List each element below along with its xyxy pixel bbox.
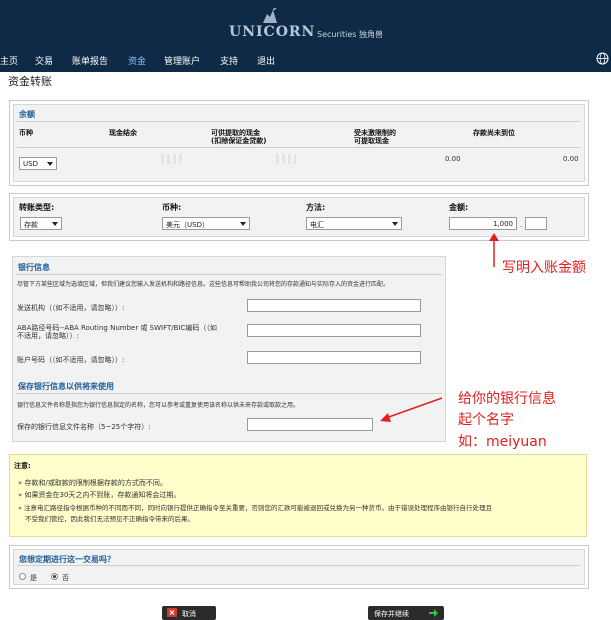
redacted-cash (161, 154, 183, 164)
recurring-yes-label: 是 (30, 574, 37, 582)
chevron-down-icon (240, 222, 246, 226)
transfer-type-value: 存款 (24, 221, 38, 229)
recurring-no-radio[interactable] (51, 573, 58, 580)
close-icon (167, 608, 177, 617)
col-withdrawable-2: (扣除保证金贷款) (211, 137, 267, 145)
transfer-inner: 转账类型: 存款 币种: 美元（USD） 方法: 电汇 金额: 1,000 . (13, 197, 585, 237)
balance-currency-value: USD (23, 160, 38, 168)
globe-icon[interactable] (596, 52, 609, 65)
top-header: UNICORN Securities 独角兽 主页 交易 账单报告 资金 管理账… (0, 0, 611, 72)
divider (17, 147, 580, 148)
annotation-name-line2: 起个名字 (458, 412, 514, 428)
divider (17, 565, 580, 566)
divider (17, 121, 580, 122)
amount-input[interactable]: 1,000 (449, 217, 517, 230)
save-name-input[interactable] (247, 418, 373, 431)
sender-input[interactable] (247, 299, 421, 312)
balance-currency-select[interactable]: USD (19, 157, 57, 170)
transfer-type-select[interactable]: 存款 (20, 217, 62, 230)
aba-label-line2: 不适用，请忽略））: (17, 332, 79, 340)
bank-info-desc: 尽管下方某些区域为选填区域，但我们建议您输入发送机构和路径信息。这些信息可帮助我… (17, 281, 390, 288)
currency-label: 币种: (162, 203, 182, 212)
note-item: » 注意电汇路径指令根据币种的不同而不同，同时向银行提供正确指令至关重要，否则您… (18, 504, 493, 512)
nav-funds[interactable]: 资金 (128, 54, 146, 67)
save-name-label: 保存的银行信息文件名称（5~25个字符）: (17, 423, 151, 431)
arrow-right-icon (429, 609, 438, 617)
chevron-down-icon (52, 222, 58, 226)
nav-logout[interactable]: 退出 (257, 54, 275, 67)
balance-title: 余额 (19, 110, 35, 119)
col-currency: 币种 (19, 129, 33, 137)
brand-logo: UNICORN Securities 独角兽 (229, 8, 389, 42)
save-continue-label: 保存并继续 (374, 610, 409, 618)
balance-inner: 余额 币种 现金结余 可供提取的现金 (扣除保证金贷款) 受未激限制的 可提取现… (13, 104, 585, 182)
note-item: » 如果资金在30天之内不到账，存款通知将会过期。 (18, 491, 181, 499)
col-restricted-2: 可提取现金 (354, 137, 389, 145)
save-bank-info-desc: 银行信息文件名称是指您为银行信息指定的名称，您可以参考或重复使用该名称以供未来存… (17, 402, 300, 409)
note-item-continued: 不受我们管控，因此我们无法预见不正确指令带来的后果。 (25, 515, 194, 523)
sender-label: 发送机构（（如不适用，请忽略））: (17, 304, 125, 312)
chevron-down-icon (47, 162, 53, 166)
account-number-input[interactable] (247, 351, 421, 364)
aba-routing-input[interactable] (247, 324, 421, 337)
recurring-yes-radio[interactable] (19, 573, 26, 580)
restricted-value: 0.00 (445, 155, 461, 163)
logo-sub-text: Securities 独角兽 (317, 30, 383, 39)
note-box: 注意: » 存款和/或取款的限制根据存款的方式而不同。 » 如果资金在30天之内… (9, 454, 587, 537)
col-uncleared: 存款尚未到位 (473, 129, 515, 137)
bank-info-title: 银行信息 (18, 263, 50, 272)
method-value: 电汇 (310, 221, 324, 229)
save-bank-info-title: 保存银行信息以供将来使用 (18, 382, 114, 391)
nav-manage-account[interactable]: 管理账户 (164, 54, 200, 67)
note-item: » 存款和/或取款的限制根据存款的方式而不同。 (18, 479, 167, 487)
uncleared-value: 0.00 (563, 155, 579, 163)
nav-trade[interactable]: 交易 (35, 54, 53, 67)
divider (16, 274, 442, 275)
col-cash: 现金结余 (109, 129, 137, 137)
balance-panel: 余额 币种 现金结余 可供提取的现金 (扣除保证金贷款) 受未激限制的 可提取现… (9, 100, 589, 186)
note-title: 注意: (14, 462, 31, 470)
recurring-no-label: 否 (62, 574, 69, 582)
annotation-name-line3: 如：meiyuan (458, 434, 547, 450)
amount-cents-input[interactable] (525, 217, 547, 230)
chevron-down-icon (392, 222, 398, 226)
transfer-panel: 转账类型: 存款 币种: 美元（USD） 方法: 电汇 金额: 1,000 . (9, 193, 589, 241)
cancel-label: 取消 (182, 610, 196, 618)
amount-label: 金额: (449, 203, 469, 212)
recurring-inner: 您想定期进行这一交易吗？ 是 否 (13, 549, 585, 585)
nav-home[interactable]: 主页 (0, 54, 18, 67)
divider (16, 393, 442, 394)
annotation-arrow-up-icon (489, 233, 499, 267)
recurring-question: 您想定期进行这一交易吗？ (19, 555, 115, 564)
annotation-amount: 写明入账金额 (502, 260, 586, 276)
logo-main-text: UNICORN (229, 24, 316, 40)
amount-separator: . (520, 221, 523, 229)
annotation-name-line1: 给你的银行信息 (458, 391, 556, 407)
currency-select[interactable]: 美元（USD） (162, 217, 250, 230)
nav-reports[interactable]: 账单报告 (72, 54, 108, 67)
main-nav: 主页 交易 账单报告 资金 管理账户 支持 退出 (0, 52, 611, 70)
annotation-arrow-left-icon (380, 397, 443, 422)
redacted-withdrawable (276, 154, 296, 164)
page-title: 资金转账 (8, 75, 52, 88)
recurring-panel: 您想定期进行这一交易吗？ 是 否 (9, 545, 589, 589)
transfer-type-label: 转账类型: (19, 203, 55, 212)
method-label: 方法: (306, 203, 326, 212)
unicorn-icon (263, 8, 277, 23)
nav-support[interactable]: 支持 (220, 54, 238, 67)
account-number-label: 账户号码（（如不适用，请忽略））: (17, 356, 125, 364)
method-select[interactable]: 电汇 (306, 217, 402, 230)
currency-value: 美元（USD） (166, 221, 209, 229)
